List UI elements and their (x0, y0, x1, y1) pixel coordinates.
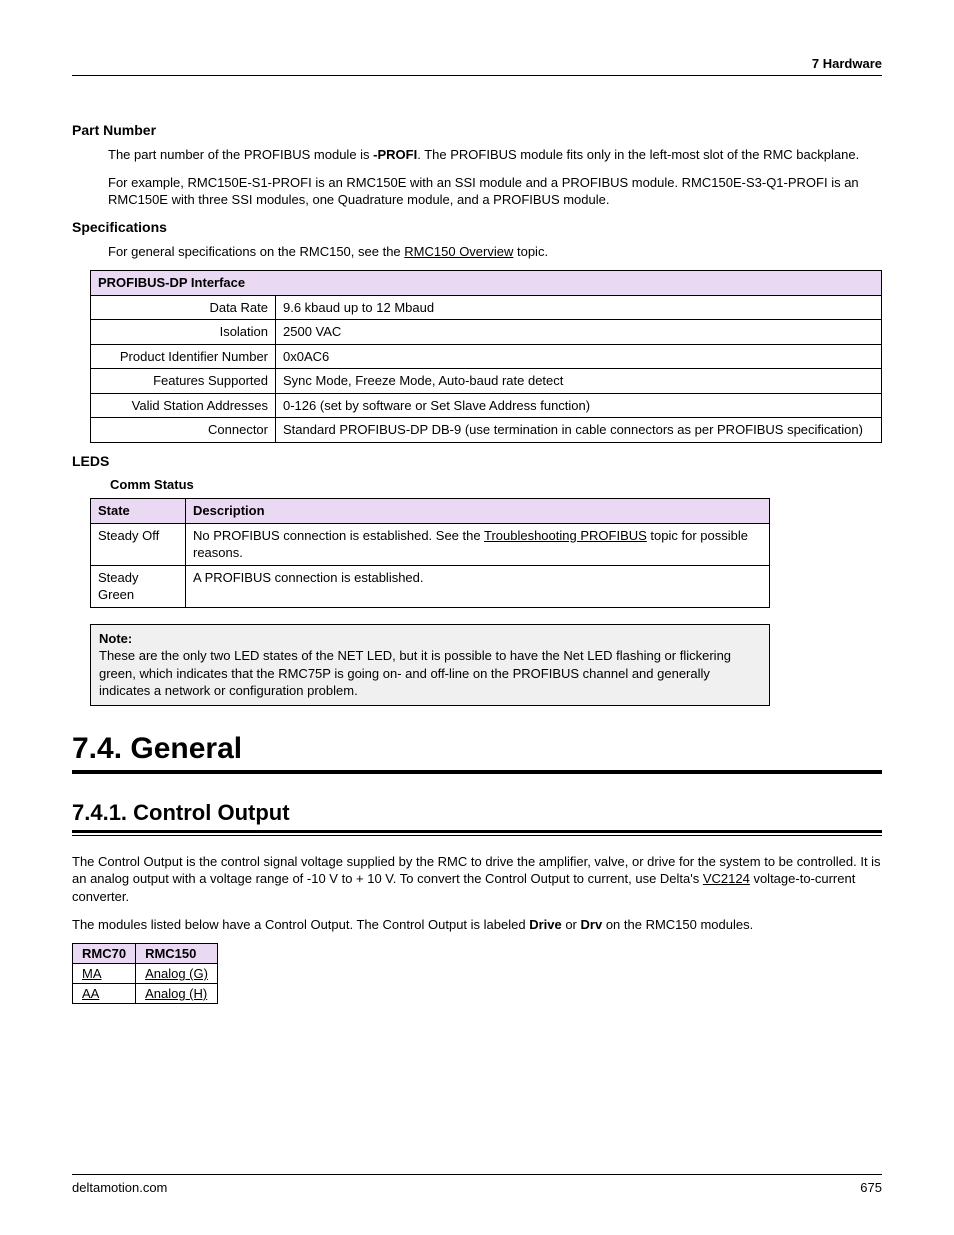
text-fragment: or (562, 917, 581, 932)
page-footer: deltamotion.com 675 (72, 1174, 882, 1195)
note-label: Note: (99, 631, 132, 646)
spec-label: Valid Station Addresses (91, 393, 276, 418)
text-fragment: . The PROFIBUS module fits only in the l… (417, 147, 859, 162)
spec-value: 0x0AC6 (276, 344, 882, 369)
comm-desc: A PROFIBUS connection is established. (186, 565, 770, 607)
footer-page: 675 (860, 1180, 882, 1195)
ma-link[interactable]: MA (82, 966, 102, 981)
spec-label: Data Rate (91, 295, 276, 320)
spec-label: Isolation (91, 320, 276, 345)
note-body: These are the only two LED states of the… (99, 648, 731, 698)
part-number-p1: The part number of the PROFIBUS module i… (108, 146, 882, 164)
state-header: State (91, 499, 186, 524)
comm-state: Steady Off (91, 523, 186, 565)
leds-heading: LEDS (72, 453, 882, 469)
comm-status-title: Comm Status (110, 477, 882, 492)
part-number-p2: For example, RMC150E-S1-PROFI is an RMC1… (108, 174, 882, 209)
analog-h-link[interactable]: Analog (H) (145, 986, 207, 1001)
drive-label: Drive (529, 917, 562, 932)
modules-table: RMC70 RMC150 MA Analog (G) AA Analog (H) (72, 943, 218, 1004)
part-number-heading: Part Number (72, 122, 882, 138)
text-fragment: on the RMC150 modules. (602, 917, 753, 932)
text-fragment: No PROFIBUS connection is established. S… (193, 528, 484, 543)
specifications-intro: For general specifications on the RMC150… (108, 243, 882, 261)
spec-value: Standard PROFIBUS-DP DB-9 (use terminati… (276, 418, 882, 443)
text-fragment: topic. (513, 244, 548, 259)
analog-g-link[interactable]: Analog (G) (145, 966, 208, 981)
control-output-p2: The modules listed below have a Control … (72, 916, 882, 934)
profibus-table-title: PROFIBUS-DP Interface (91, 271, 882, 296)
description-header: Description (186, 499, 770, 524)
specifications-heading: Specifications (72, 219, 882, 235)
comm-state: Steady Green (91, 565, 186, 607)
rmc150-overview-link[interactable]: RMC150 Overview (404, 244, 513, 259)
spec-label: Features Supported (91, 369, 276, 394)
text-fragment: For general specifications on the RMC150… (108, 244, 404, 259)
rmc70-header: RMC70 (73, 944, 136, 964)
note-box: Note: These are the only two LED states … (90, 624, 770, 706)
rmc150-header: RMC150 (136, 944, 218, 964)
footer-site: deltamotion.com (72, 1180, 167, 1195)
control-output-p1: The Control Output is the control signal… (72, 853, 882, 906)
drv-label: Drv (581, 917, 603, 932)
spec-value: 9.6 kbaud up to 12 Mbaud (276, 295, 882, 320)
vc2124-link[interactable]: VC2124 (703, 871, 750, 886)
troubleshooting-profibus-link[interactable]: Troubleshooting PROFIBUS (484, 528, 647, 543)
section-7-4-heading: 7.4. General (72, 732, 882, 774)
spec-value: Sync Mode, Freeze Mode, Auto-baud rate d… (276, 369, 882, 394)
spec-label: Connector (91, 418, 276, 443)
spec-value: 0-126 (set by software or Set Slave Addr… (276, 393, 882, 418)
text-fragment: The part number of the PROFIBUS module i… (108, 147, 373, 162)
profi-suffix: -PROFI (373, 147, 417, 162)
comm-desc: No PROFIBUS connection is established. S… (186, 523, 770, 565)
profibus-interface-table: PROFIBUS-DP Interface Data Rate 9.6 kbau… (90, 270, 882, 443)
header-chapter: 7 Hardware (72, 56, 882, 76)
spec-label: Product Identifier Number (91, 344, 276, 369)
section-7-4-1-heading: 7.4.1. Control Output (72, 800, 882, 833)
aa-link[interactable]: AA (82, 986, 99, 1001)
text-fragment: The modules listed below have a Control … (72, 917, 529, 932)
spec-value: 2500 VAC (276, 320, 882, 345)
comm-status-table: State Description Steady Off No PROFIBUS… (90, 498, 770, 608)
